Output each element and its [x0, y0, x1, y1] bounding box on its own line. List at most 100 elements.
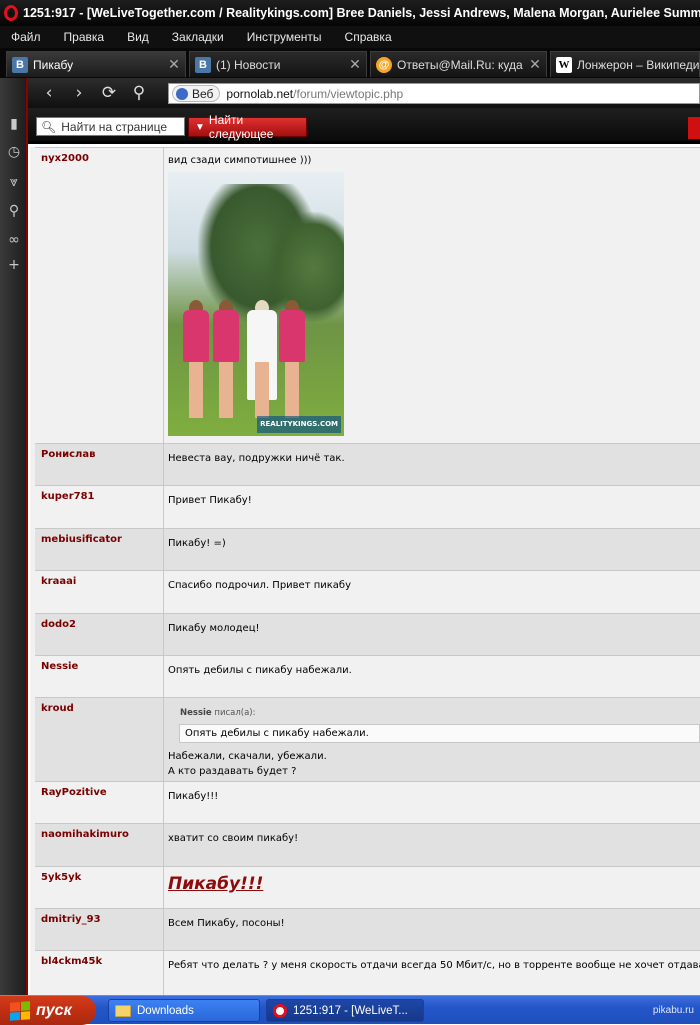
tab-mail-answers[interactable]: @ Ответы@Mail.Ru: куда ... ✕	[370, 51, 547, 77]
post-author[interactable]: naomihakimuro	[35, 824, 164, 866]
find-next-button[interactable]: ▼ Найти следующее	[188, 113, 307, 141]
folder-icon	[115, 1004, 131, 1017]
image-watermark-logo: REALITYKINGS.COM	[257, 416, 341, 433]
post-body: Пикабу!!!	[164, 867, 700, 908]
post-text-line: Набежали, скачали, убежали.	[168, 751, 327, 762]
bookmarks-icon[interactable]: ▮	[6, 116, 22, 132]
post-row: dodo2 Пикабу молодец!	[35, 614, 700, 656]
start-button[interactable]: пуск	[0, 996, 96, 1025]
taskbar-item-downloads[interactable]: Downloads	[108, 999, 260, 1022]
url-path: /forum/viewtopic.php	[293, 86, 404, 101]
menu-tools[interactable]: Инструменты	[247, 30, 322, 44]
post-text: Опять дебилы с пикабу набежали.	[168, 665, 352, 676]
post-text: Привет Пикабу!	[168, 495, 252, 506]
quote-suffix: писал(а):	[214, 708, 256, 718]
menu-bookmarks[interactable]: Закладки	[172, 30, 224, 44]
taskbar-item-opera[interactable]: 1251:917 - [WeLiveT...	[266, 999, 424, 1022]
search-icon[interactable]: ⚲	[6, 203, 22, 219]
menu-view[interactable]: Вид	[127, 30, 149, 44]
post-row: naomihakimuro хватит со своим пикабу!	[35, 824, 700, 867]
post-row: Ронислав Невеста вау, подружки ничё так.	[35, 444, 700, 486]
post-row: mebiusificator Пикабу! =)	[35, 529, 700, 571]
find-next-label: Найти следующее	[208, 113, 274, 141]
post-row: dmitriy_93 Всем Пикабу, посоны!	[35, 909, 700, 951]
post-text: Невеста вау, подружки ничё так.	[168, 453, 345, 464]
post-author[interactable]: nyx2000	[35, 148, 164, 443]
close-icon[interactable]: ✕	[528, 56, 542, 73]
post-author[interactable]: dmitriy_93	[35, 909, 164, 950]
reload-icon[interactable]: ⟳	[94, 83, 124, 103]
history-icon[interactable]: ◷	[6, 144, 22, 160]
quote-header: Nessie писал(а):	[180, 706, 700, 721]
post-author[interactable]: kraaai	[35, 571, 164, 613]
figure-shape	[278, 300, 306, 418]
add-panel-icon[interactable]: +	[6, 257, 22, 273]
quote-text: Опять дебилы с пикабу набежали.	[179, 724, 700, 743]
pin-icon[interactable]: ⚲	[124, 83, 154, 103]
vk-icon: B	[195, 56, 211, 73]
post-image[interactable]: REALITYKINGS.COM	[168, 172, 344, 436]
site-logo-icon	[688, 117, 700, 139]
post-author[interactable]: kroud	[35, 698, 164, 781]
post-row: Nessie Опять дебилы с пикабу набежали.	[35, 656, 700, 698]
post-row: 5yk5yk Пикабу!!!	[35, 867, 700, 909]
post-row: kraaai Спасибо подрочил. Привет пикабу	[35, 571, 700, 614]
taskbar-item-label: 1251:917 - [WeLiveT...	[293, 1004, 408, 1017]
back-icon[interactable]: ‹	[34, 83, 64, 103]
figure-shape	[247, 300, 277, 418]
opera-logo-icon	[273, 1003, 287, 1018]
menu-file[interactable]: Файл	[11, 30, 41, 44]
search-icon: 🔍︎	[41, 119, 57, 134]
post-text: Пикабу молодец!	[168, 623, 260, 634]
post-text: Ребят что делать ? у меня скорость отдач…	[168, 960, 700, 971]
post-row: kuper781 Привет Пикабу!	[35, 486, 700, 529]
menu-bar: Файл Правка Вид Закладки Инструменты Спр…	[0, 26, 700, 48]
post-text: Пикабу!!!	[168, 791, 219, 802]
address-field[interactable]: Веб pornolab.net/forum/viewtopic.php	[168, 83, 700, 104]
links-icon[interactable]: ∞	[6, 232, 22, 248]
post-author[interactable]: Ронислав	[35, 444, 164, 485]
menu-edit[interactable]: Правка	[64, 30, 105, 44]
post-author[interactable]: dodo2	[35, 614, 164, 655]
post-author[interactable]: RayPozitive	[35, 782, 164, 823]
find-placeholder: Найти на странице	[61, 119, 168, 134]
post-author[interactable]: Nessie	[35, 656, 164, 697]
post-author[interactable]: 5yk5yk	[35, 867, 164, 908]
tab-wikipedia[interactable]: W Лонжерон – Википедия	[550, 51, 700, 77]
tab-news[interactable]: B (1) Новости ✕	[189, 51, 367, 77]
close-icon[interactable]: ✕	[167, 56, 181, 73]
forward-icon[interactable]: ›	[64, 83, 94, 103]
post-text: Пикабу! =)	[168, 538, 226, 549]
post-row: nyx2000 вид сзади симпотишнее ))) REALIT…	[35, 148, 700, 444]
tab-label: Пикабу	[33, 57, 74, 72]
post-text: хватит со своим пикабу!	[168, 833, 299, 844]
vk-icon: B	[12, 56, 28, 73]
tab-pikabu[interactable]: B Пикабу ✕	[6, 51, 186, 77]
figure-shape	[182, 300, 210, 418]
post-row: bl4ckm45k Ребят что делать ? у меня скор…	[35, 951, 700, 995]
find-input[interactable]: 🔍︎ Найти на странице	[36, 117, 185, 136]
navigation-bar: ‹ › ⟳ ⚲ Веб pornolab.net/forum/viewtopic…	[28, 78, 700, 108]
close-icon[interactable]: ✕	[348, 56, 362, 73]
opera-logo-icon	[4, 5, 18, 21]
post-author[interactable]: kuper781	[35, 486, 164, 528]
post-author[interactable]: bl4ckm45k	[35, 951, 164, 995]
post-text: Спасибо подрочил. Привет пикабу	[168, 580, 352, 591]
post-author[interactable]: mebiusificator	[35, 529, 164, 570]
post-text: Всем Пикабу, посоны!	[168, 918, 285, 929]
window-title: 1251:917 - [WeLiveTogether.com / Reality…	[23, 6, 700, 20]
watermark: pikabu.ru	[652, 1005, 694, 1016]
quote-author: Nessie	[180, 708, 212, 718]
post-body: вид сзади симпотишнее ))) REALITYKINGS.C…	[164, 148, 700, 443]
windows-logo-icon	[10, 1000, 30, 1021]
window-title-bar: 1251:917 - [WeLiveTogether.com / Reality…	[0, 0, 700, 26]
tab-bar: B Пикабу ✕ B (1) Новости ✕ @ Ответы@Mail…	[0, 48, 700, 78]
post-row: kroud Nessie писал(а): Опять дебилы с пи…	[35, 698, 700, 782]
tab-label: Ответы@Mail.Ru: куда ...	[397, 57, 524, 72]
url-host: pornolab.net	[226, 86, 294, 101]
downloads-icon[interactable]: ⩔	[6, 174, 22, 190]
post-text: вид сзади симпотишнее )))	[168, 155, 312, 166]
chevron-down-icon: ▼	[195, 121, 205, 133]
menu-help[interactable]: Справка	[345, 30, 392, 44]
web-badge[interactable]: Веб	[172, 85, 221, 102]
